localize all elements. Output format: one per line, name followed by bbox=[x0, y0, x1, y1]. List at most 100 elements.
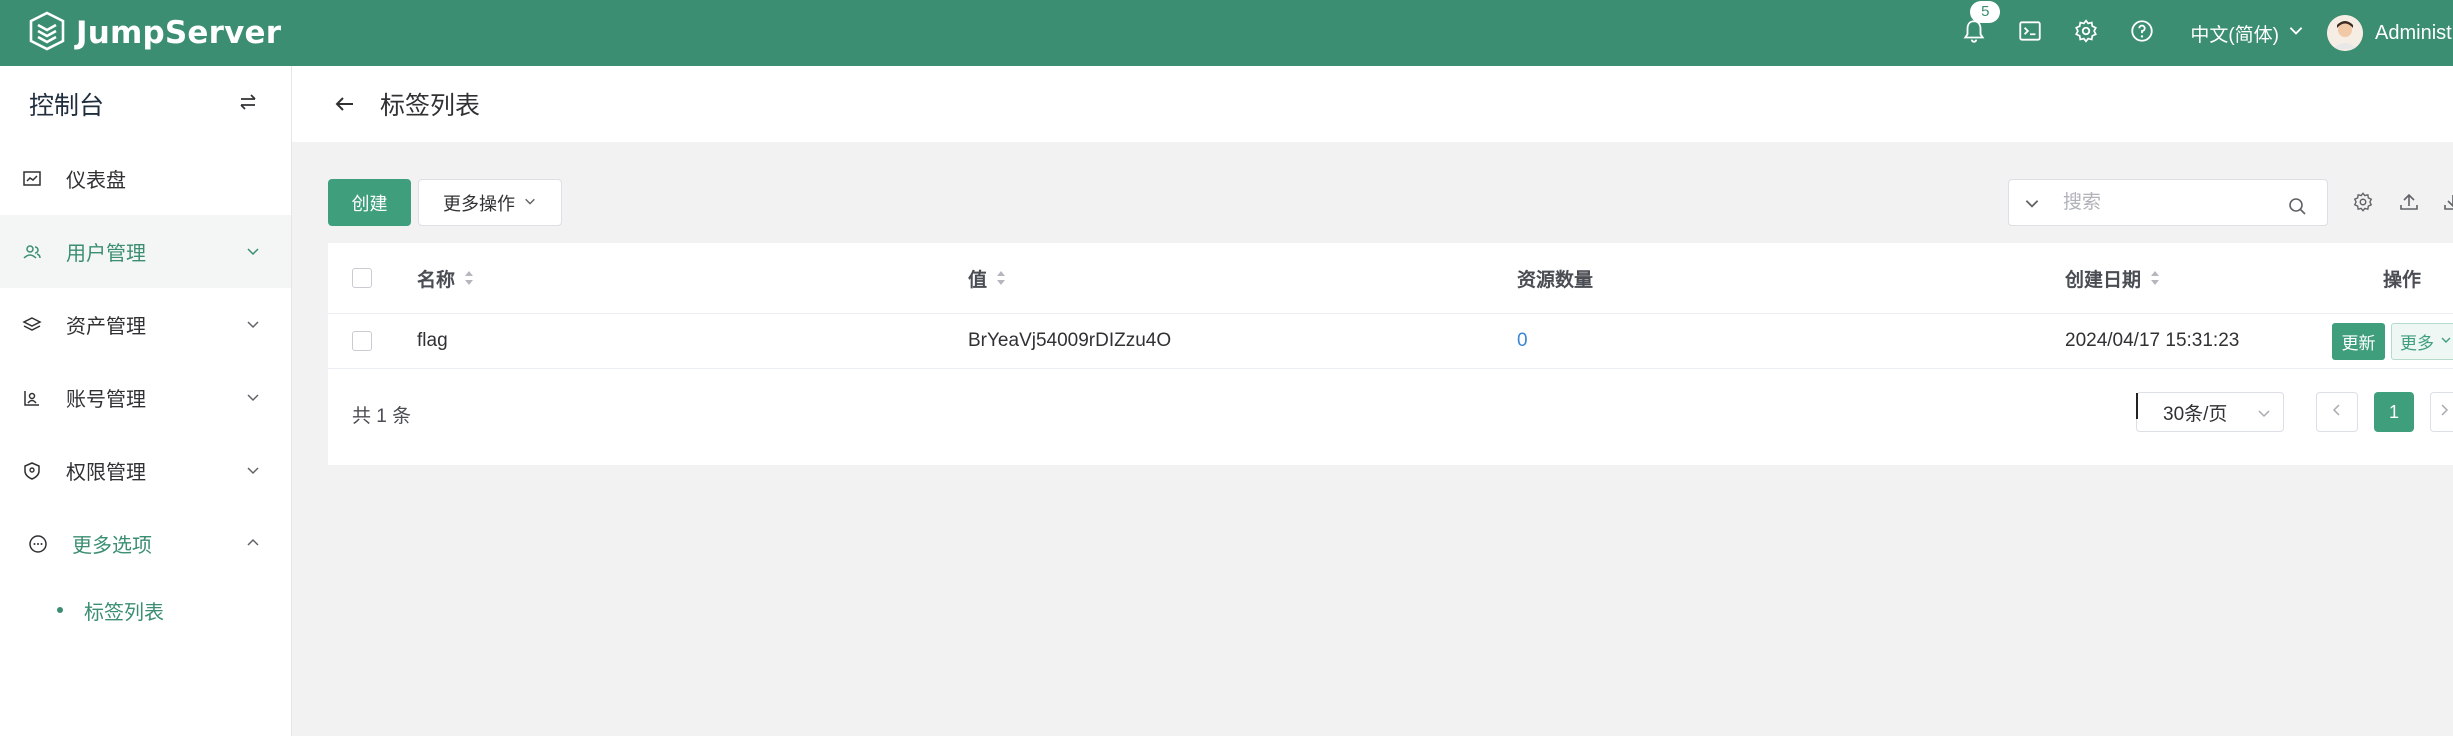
switch-view-icon[interactable] bbox=[237, 91, 259, 118]
sidebar-item-label: 仪表盘 bbox=[66, 170, 126, 192]
language-label: 中文(简体) bbox=[2190, 24, 2279, 46]
chevron-down-icon bbox=[245, 388, 261, 404]
sidebar-subitem-label-list[interactable]: 标签列表 bbox=[0, 580, 291, 640]
text-cursor bbox=[2136, 393, 2138, 419]
gear-icon bbox=[2073, 18, 2099, 49]
active-dot bbox=[57, 607, 63, 613]
column-header-label: 资源数量 bbox=[1517, 269, 1594, 291]
chevron-left-icon bbox=[2330, 403, 2344, 422]
next-page-button[interactable] bbox=[2430, 392, 2453, 432]
cell-resource-count-link[interactable]: 0 bbox=[1517, 314, 1528, 368]
sort-icon[interactable] bbox=[995, 268, 1007, 288]
chevron-down-icon bbox=[2434, 331, 2452, 351]
top-bar: JumpServer 5 中文(简体) Administ bbox=[0, 0, 2453, 66]
sidebar-item-dashboard[interactable]: 仪表盘 bbox=[0, 142, 291, 215]
table-card: 名称 值 资源数量 创建日期 操作 flag BrYeaVj54009rDIZz… bbox=[328, 243, 2453, 465]
sidebar-title: 控制台 bbox=[29, 92, 105, 120]
help-button[interactable] bbox=[2128, 19, 2156, 47]
sidebar-item-label: 更多选项 bbox=[72, 535, 152, 557]
chevron-right-icon bbox=[2437, 403, 2451, 422]
sidebar-item-users[interactable]: 用户管理 bbox=[0, 215, 291, 288]
terminal-icon bbox=[2017, 18, 2043, 49]
prev-page-button[interactable] bbox=[2316, 392, 2358, 432]
column-header-actions: 操作 bbox=[2383, 243, 2421, 313]
page-number-current[interactable]: 1 bbox=[2374, 392, 2414, 432]
sidebar-subitem-label: 标签列表 bbox=[84, 601, 164, 624]
export-upload-icon[interactable] bbox=[2398, 191, 2420, 213]
username[interactable]: Administrator bbox=[2375, 22, 2453, 45]
language-select[interactable]: 中文(简体) bbox=[2190, 20, 2305, 47]
row-checkbox[interactable] bbox=[352, 331, 372, 351]
update-button[interactable]: 更新 bbox=[2332, 322, 2385, 360]
chevron-down-icon bbox=[515, 192, 537, 213]
search-box bbox=[2008, 179, 2328, 226]
app-name: JumpServer bbox=[76, 15, 282, 51]
sidebar-item-label: 用户管理 bbox=[66, 243, 146, 265]
column-header-label: 值 bbox=[968, 269, 988, 291]
row-select-cell bbox=[352, 314, 372, 368]
sidebar-item-more-options[interactable]: 更多选项 bbox=[0, 507, 291, 580]
sidebar-item-label: 资产管理 bbox=[66, 316, 146, 338]
chevron-down-icon bbox=[2258, 410, 2270, 418]
page-title: 标签列表 bbox=[380, 92, 481, 120]
back-arrow-icon[interactable] bbox=[332, 91, 358, 117]
web-terminal-button[interactable] bbox=[2016, 19, 2044, 47]
sidebar-header: 控制台 bbox=[0, 66, 291, 142]
column-header-name[interactable]: 名称 bbox=[417, 243, 475, 313]
more-actions-dropdown[interactable]: 更多 bbox=[2391, 322, 2453, 360]
cell-actions: 更新 更多 bbox=[2332, 314, 2453, 368]
select-all-checkbox[interactable] bbox=[352, 268, 372, 288]
more-label: 更多 bbox=[2400, 333, 2434, 353]
create-button[interactable]: 创建 bbox=[328, 179, 411, 226]
sidebar-item-label: 权限管理 bbox=[66, 462, 146, 484]
layers-icon bbox=[22, 315, 42, 335]
search-filter-chevron-icon[interactable] bbox=[2023, 194, 2041, 212]
cell-value: BrYeaVj54009rDIZzu4O bbox=[968, 330, 1172, 351]
sidebar-item-assets[interactable]: 资产管理 bbox=[0, 288, 291, 361]
more-icon bbox=[28, 534, 48, 554]
sidebar: 控制台 仪表盘 用户管理 资产管理 账号管理 权限管理 更多选项 标签列表 bbox=[0, 66, 292, 736]
sort-icon[interactable] bbox=[2149, 268, 2161, 288]
more-actions-label: 更多操作 bbox=[443, 193, 515, 214]
table-header: 名称 值 资源数量 创建日期 操作 bbox=[328, 243, 2453, 314]
jumpserver-logo-icon bbox=[26, 10, 68, 57]
settings-button[interactable] bbox=[2072, 18, 2100, 49]
page-size-select[interactable]: 30条/页 bbox=[2136, 392, 2284, 432]
users-icon bbox=[22, 242, 42, 262]
column-header-label: 创建日期 bbox=[2065, 269, 2142, 291]
total-count: 共 1 条 bbox=[352, 406, 412, 427]
avatar[interactable] bbox=[2327, 15, 2363, 51]
page-size-label: 30条/页 bbox=[2163, 403, 2228, 425]
more-actions-button[interactable]: 更多操作 bbox=[418, 179, 562, 226]
select-all-cell bbox=[352, 243, 372, 313]
table-row: flag BrYeaVj54009rDIZzu4O 0 2024/04/17 1… bbox=[328, 314, 2453, 369]
search-input[interactable] bbox=[2063, 191, 2283, 214]
chevron-down-icon bbox=[2279, 21, 2305, 45]
logo[interactable]: JumpServer bbox=[26, 10, 281, 57]
search-icon[interactable] bbox=[2287, 196, 2307, 216]
help-icon bbox=[2129, 18, 2155, 49]
sidebar-item-permissions[interactable]: 权限管理 bbox=[0, 434, 291, 507]
dashboard-icon bbox=[22, 169, 42, 189]
notifications-button[interactable]: 5 bbox=[1960, 1, 2001, 47]
column-header-resource-count: 资源数量 bbox=[1517, 243, 1593, 313]
sidebar-item-label: 账号管理 bbox=[66, 389, 146, 411]
chevron-down-icon bbox=[245, 315, 261, 331]
import-download-icon[interactable] bbox=[2442, 191, 2453, 213]
notification-badge: 5 bbox=[1970, 1, 2001, 23]
account-icon bbox=[22, 388, 42, 408]
top-right-tools: 5 中文(简体) Administrator bbox=[1946, 0, 2453, 66]
cell-created: 2024/04/17 15:31:23 bbox=[2065, 330, 2240, 351]
chevron-up-icon bbox=[245, 534, 261, 550]
column-header-created[interactable]: 创建日期 bbox=[2065, 243, 2161, 313]
cell-name: flag bbox=[417, 330, 448, 351]
chevron-down-icon bbox=[245, 242, 261, 258]
chevron-down-icon bbox=[245, 461, 261, 477]
sidebar-item-accounts[interactable]: 账号管理 bbox=[0, 361, 291, 434]
shield-icon bbox=[22, 461, 42, 481]
column-header-label: 操作 bbox=[2383, 269, 2422, 291]
column-header-value[interactable]: 值 bbox=[968, 243, 1007, 313]
table-settings-gear-icon[interactable] bbox=[2352, 191, 2374, 213]
page-header: 标签列表 bbox=[292, 66, 2453, 142]
sort-icon[interactable] bbox=[463, 268, 475, 288]
